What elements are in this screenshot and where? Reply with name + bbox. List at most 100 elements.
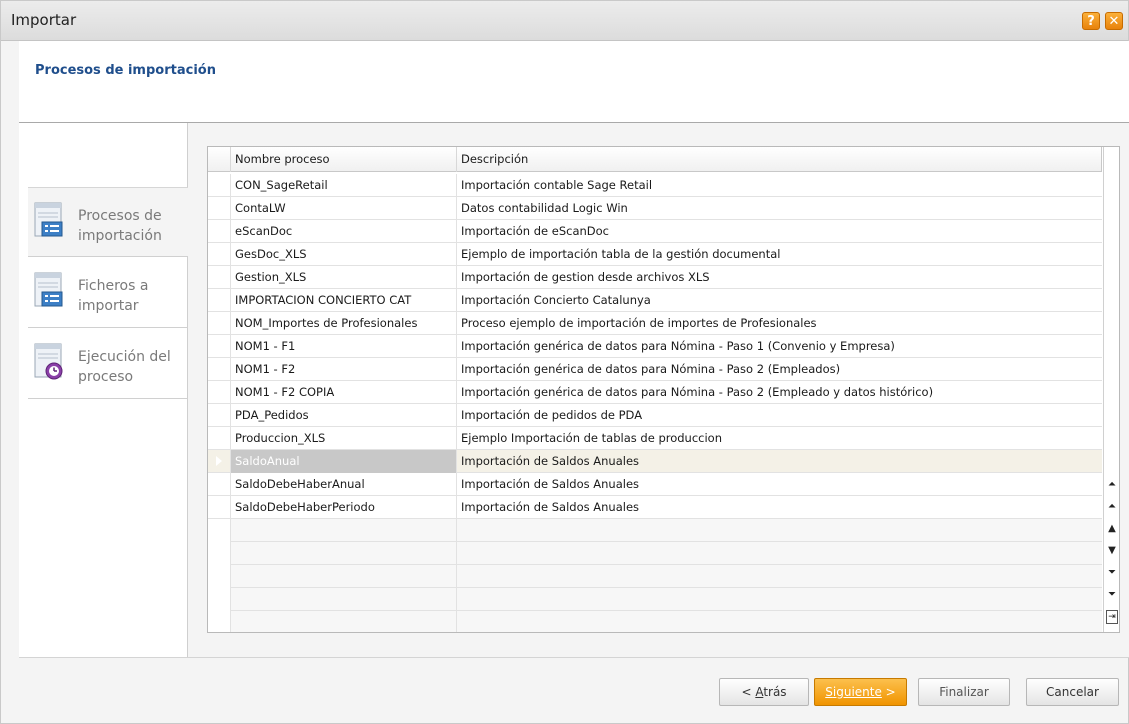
close-icon[interactable]: ✕ — [1105, 12, 1123, 30]
process-name-cell[interactable]: NOM_Importes de Profesionales — [231, 312, 457, 335]
step-label: Procesos de importación — [78, 208, 162, 244]
description-cell[interactable]: Proceso ejemplo de importación de import… — [457, 312, 1102, 335]
description-cell[interactable]: Importación contable Sage Retail — [457, 174, 1102, 197]
row-indicator[interactable] — [208, 220, 231, 243]
empty-cell[interactable] — [231, 565, 457, 588]
description-cell[interactable]: Importación de pedidos de PDA — [457, 404, 1102, 427]
column-header-nombre[interactable]: Nombre proceso — [231, 147, 457, 172]
process-name-cell[interactable]: GesDoc_XLS — [231, 243, 457, 266]
description-cell[interactable]: Ejemplo Importación de tablas de producc… — [457, 427, 1102, 450]
row-indicator[interactable] — [208, 542, 231, 565]
empty-cell[interactable] — [231, 542, 457, 565]
process-name-cell[interactable]: ContaLW — [231, 197, 457, 220]
first-icon[interactable]: ⏶ — [1104, 475, 1119, 495]
empty-row[interactable] — [208, 611, 1102, 632]
empty-row[interactable] — [208, 565, 1102, 588]
empty-cell[interactable] — [231, 588, 457, 611]
process-name-cell[interactable]: NOM1 - F2 — [231, 358, 457, 381]
row-indicator[interactable] — [208, 358, 231, 381]
process-name-cell[interactable]: NOM1 - F1 — [231, 335, 457, 358]
table-row[interactable]: NOM1 - F1 Importación genérica de datos p… — [208, 335, 1102, 358]
back-label: trás — [763, 685, 787, 699]
table-row[interactable]: eScanDoc Importación de eScanDoc — [208, 220, 1102, 243]
description-cell[interactable]: Ejemplo de importación tabla de la gesti… — [457, 243, 1102, 266]
empty-row[interactable] — [208, 588, 1102, 611]
table-row[interactable]: ContaLW Datos contabilidad Logic Win — [208, 197, 1102, 220]
back-button[interactable]: < Atrás — [719, 678, 809, 706]
table-row[interactable]: SaldoDebeHaberAnual Importación de Saldos… — [208, 473, 1102, 496]
row-indicator[interactable] — [208, 174, 231, 197]
process-name-cell[interactable]: Gestion_XLS — [231, 266, 457, 289]
row-indicator[interactable] — [208, 519, 231, 542]
process-name-cell[interactable]: IMPORTACION CONCIERTO CAT — [231, 289, 457, 312]
table-row[interactable]: IMPORTACION CONCIERTO CAT Importación Con… — [208, 289, 1102, 312]
table-row[interactable]: SaldoDebeHaberPeriodo Importación de Sald… — [208, 496, 1102, 519]
row-indicator[interactable] — [208, 289, 231, 312]
description-cell[interactable]: Importación de Saldos Anuales — [457, 450, 1102, 473]
step-ficheros[interactable]: Ficheros a importar — [28, 258, 188, 328]
table-row[interactable]: CON_SageRetail Importación contable Sage … — [208, 174, 1102, 197]
empty-cell[interactable] — [457, 611, 1102, 632]
description-cell[interactable]: Importación de eScanDoc — [457, 220, 1102, 243]
table-row[interactable]: Produccion_XLS Ejemplo Importación de tab… — [208, 427, 1102, 450]
table-row[interactable]: PDA_Pedidos Importación de pedidos de PDA — [208, 404, 1102, 427]
empty-cell[interactable] — [457, 542, 1102, 565]
page-down-icon[interactable]: ⏷ — [1104, 563, 1119, 583]
process-name-cell[interactable]: NOM1 - F2 COPIA — [231, 381, 457, 404]
row-indicator[interactable] — [208, 335, 231, 358]
process-name-cell[interactable]: CON_SageRetail — [231, 174, 457, 197]
up-icon[interactable]: ▲ — [1104, 519, 1119, 539]
row-indicator[interactable] — [208, 404, 231, 427]
empty-row[interactable] — [208, 542, 1102, 565]
table-row[interactable]: NOM1 - F2 Importación genérica de datos p… — [208, 358, 1102, 381]
row-indicator[interactable] — [208, 427, 231, 450]
export-icon[interactable]: ⇥ — [1106, 610, 1118, 624]
row-indicator[interactable] — [208, 197, 231, 220]
row-indicator[interactable] — [208, 565, 231, 588]
last-icon[interactable]: ⏷ — [1104, 585, 1119, 605]
description-cell[interactable]: Importación genérica de datos para Nómin… — [457, 358, 1102, 381]
table-row[interactable]: NOM1 - F2 COPIA Importación genérica de d… — [208, 381, 1102, 404]
description-cell[interactable]: Importación genérica de datos para Nómin… — [457, 381, 1102, 404]
table-row[interactable]: NOM_Importes de Profesionales Proceso eje… — [208, 312, 1102, 335]
empty-cell[interactable] — [457, 588, 1102, 611]
step-ejecucion[interactable]: Ejecución del proceso — [28, 329, 188, 399]
row-indicator[interactable] — [208, 450, 231, 473]
page-up-icon[interactable]: ⏶ — [1104, 497, 1119, 517]
row-indicator[interactable] — [208, 381, 231, 404]
description-cell[interactable]: Importación genérica de datos para Nómin… — [457, 335, 1102, 358]
row-indicator[interactable] — [208, 611, 231, 632]
row-indicator[interactable] — [208, 312, 231, 335]
process-name-cell[interactable]: Produccion_XLS — [231, 427, 457, 450]
empty-cell[interactable] — [457, 565, 1102, 588]
next-button[interactable]: Siguiente > — [814, 678, 907, 706]
empty-row[interactable] — [208, 519, 1102, 542]
description-cell[interactable]: Importación Concierto Catalunya — [457, 289, 1102, 312]
down-icon[interactable]: ▼ — [1104, 541, 1119, 561]
row-indicator[interactable] — [208, 266, 231, 289]
empty-cell[interactable] — [457, 519, 1102, 542]
cancel-button[interactable]: Cancelar — [1026, 678, 1119, 706]
process-name-cell[interactable]: SaldoDebeHaberAnual — [231, 473, 457, 496]
description-cell[interactable]: Importación de gestion desde archivos XL… — [457, 266, 1102, 289]
description-cell[interactable]: Importación de Saldos Anuales — [457, 496, 1102, 519]
process-name-cell[interactable]: SaldoDebeHaberPeriodo — [231, 496, 457, 519]
row-indicator[interactable] — [208, 243, 231, 266]
table-row[interactable]: GesDoc_XLS Ejemplo de importación tabla d… — [208, 243, 1102, 266]
column-header-descripcion[interactable]: Descripción — [457, 147, 1102, 172]
step-procesos[interactable]: Procesos de importación — [28, 187, 188, 257]
empty-cell[interactable] — [231, 519, 457, 542]
process-name-cell[interactable]: PDA_Pedidos — [231, 404, 457, 427]
table-row[interactable]: Gestion_XLS Importación de gestion desde … — [208, 266, 1102, 289]
description-cell[interactable]: Importación de Saldos Anuales — [457, 473, 1102, 496]
empty-cell[interactable] — [231, 611, 457, 632]
row-indicator[interactable] — [208, 496, 231, 519]
process-name-cell[interactable]: SaldoAnual — [231, 450, 457, 473]
row-indicator[interactable] — [208, 588, 231, 611]
description-cell[interactable]: Datos contabilidad Logic Win — [457, 197, 1102, 220]
table-row[interactable]: SaldoAnual Importación de Saldos Anuales — [208, 450, 1102, 473]
help-icon[interactable]: ? — [1082, 12, 1100, 30]
process-name-cell[interactable]: eScanDoc — [231, 220, 457, 243]
finish-button[interactable]: Finalizar — [918, 678, 1010, 706]
row-indicator[interactable] — [208, 473, 231, 496]
